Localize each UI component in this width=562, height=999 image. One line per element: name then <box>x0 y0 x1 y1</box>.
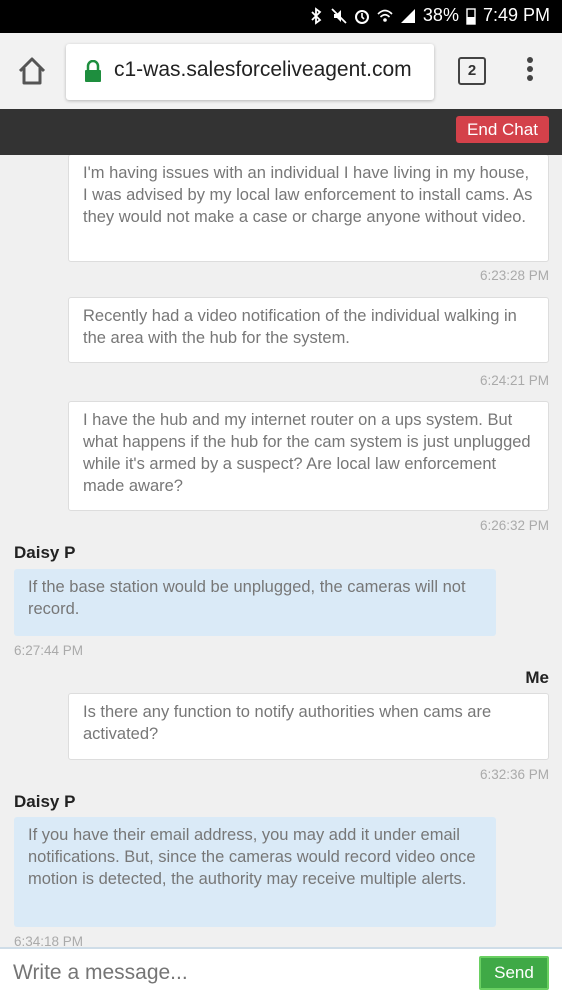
end-chat-button[interactable]: End Chat <box>456 116 549 143</box>
sender-name: Me <box>525 668 549 687</box>
message-timestamp: 6:27:44 PM <box>14 643 84 658</box>
browser-toolbar: c1-was.salesforceliveagent.com 2 <box>0 33 562 109</box>
message-timestamp: 6:26:32 PM <box>479 518 549 533</box>
message-timestamp: 6:23:28 PM <box>479 268 549 283</box>
mute-icon <box>331 7 347 24</box>
sender-name: Daisy P <box>14 792 76 811</box>
status-bar: 38% 7:49 PM <box>0 0 562 33</box>
message-bubble-me: I'm having issues with an individual I h… <box>68 155 549 262</box>
home-icon[interactable] <box>14 53 50 89</box>
battery-icon <box>466 7 476 25</box>
sender-name: Daisy P <box>14 543 76 562</box>
bluetooth-icon <box>311 6 322 25</box>
signal-icon <box>400 8 415 23</box>
status-icons: 38% 7:49 PM <box>308 5 550 26</box>
wifi-icon <box>377 9 393 22</box>
chat-header: End Chat <box>0 109 562 155</box>
message-bubble-agent: If you have their email address, you may… <box>14 817 496 927</box>
message-timestamp: 6:32:36 PM <box>479 767 549 782</box>
message-input[interactable] <box>13 961 453 985</box>
clock: 7:49 PM <box>482 5 550 25</box>
address-bar[interactable]: c1-was.salesforceliveagent.com <box>66 44 434 100</box>
url-text: c1-was.salesforceliveagent.com <box>114 58 412 81</box>
message-composer: Send <box>0 947 562 999</box>
send-button[interactable]: Send <box>479 956 549 990</box>
message-bubble-agent: If the base station would be unplugged, … <box>14 569 496 636</box>
message-bubble-me: Is there any function to notify authorit… <box>68 693 549 760</box>
battery-level: 38% <box>422 5 459 25</box>
message-timestamp: 6:34:18 PM <box>14 934 84 947</box>
message-bubble-me: I have the hub and my internet router on… <box>68 401 549 511</box>
message-timestamp: 6:24:21 PM <box>479 373 549 388</box>
lock-icon <box>85 60 101 82</box>
tab-switcher-button[interactable]: 2 <box>458 57 486 85</box>
alarm-icon <box>354 9 369 24</box>
overflow-menu-icon[interactable] <box>524 57 536 85</box>
chat-transcript[interactable]: I'm having issues with an individual I h… <box>0 155 562 947</box>
message-bubble-me: Recently had a video notification of the… <box>68 297 549 363</box>
